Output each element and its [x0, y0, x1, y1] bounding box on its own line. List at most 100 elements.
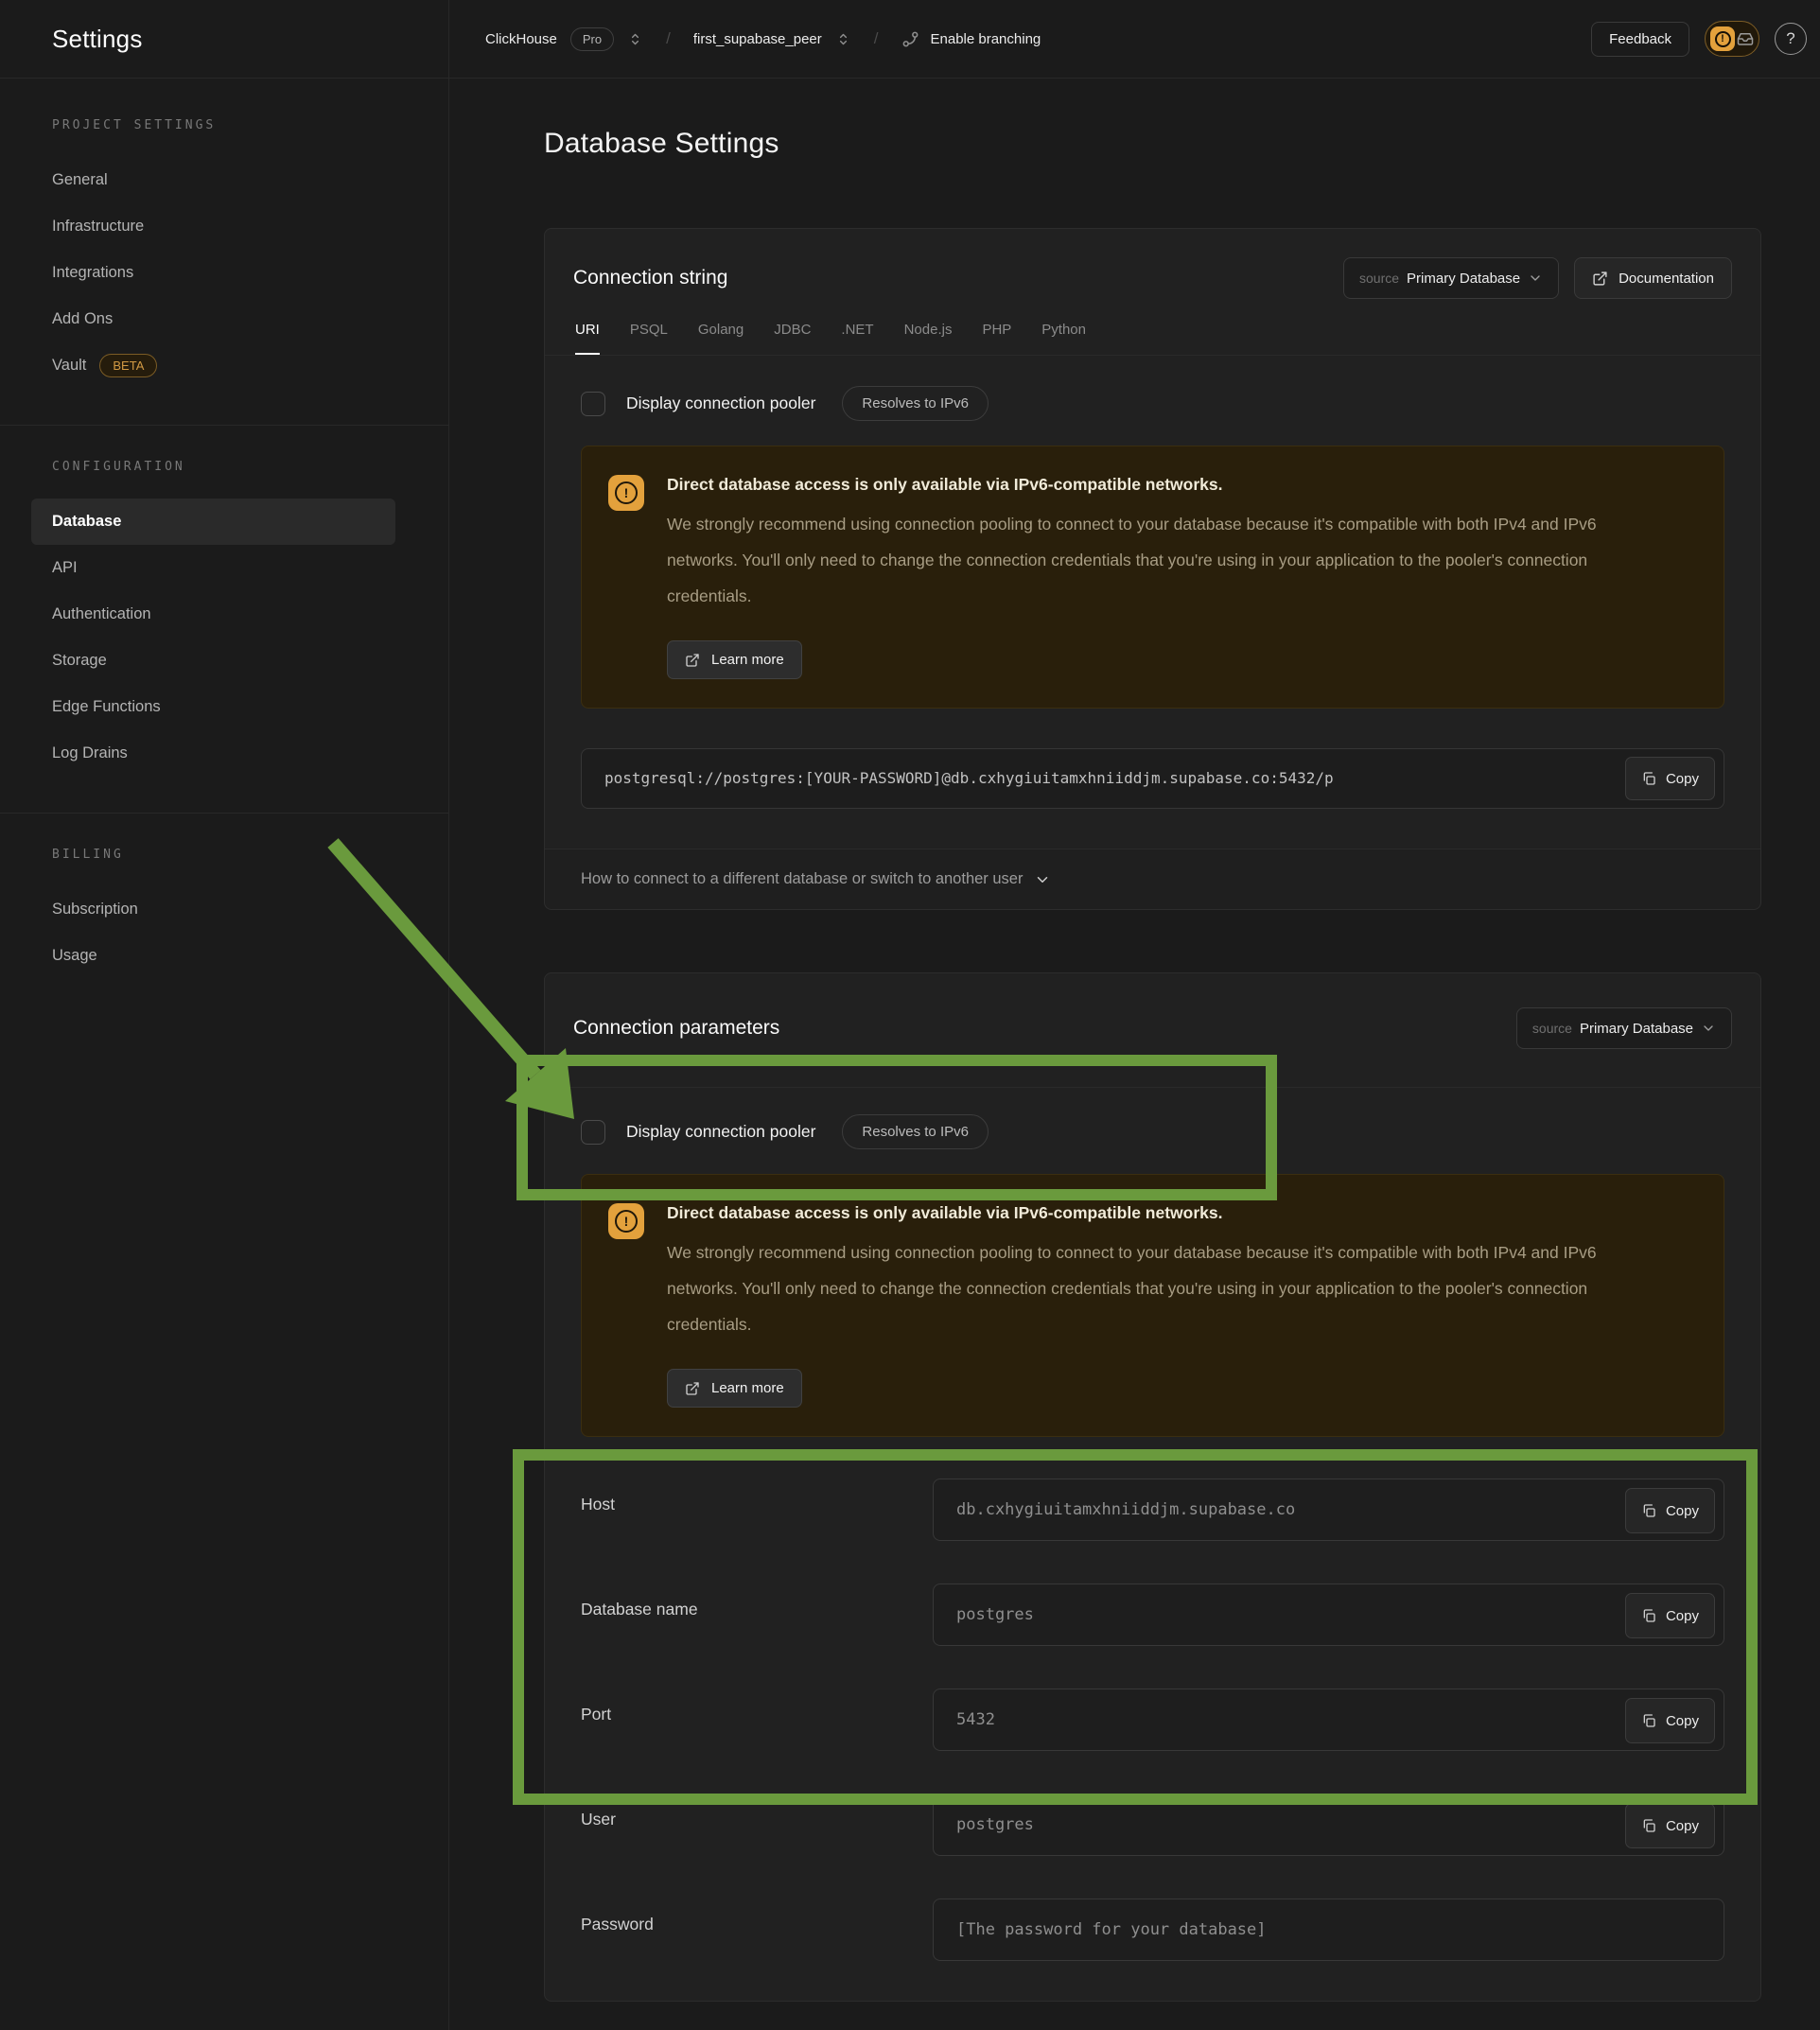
user-input[interactable]: postgres Copy [933, 1794, 1724, 1856]
enable-branching-button[interactable]: Enable branching [901, 30, 1041, 48]
tab-python[interactable]: Python [1041, 322, 1086, 355]
display-connection-pooler-checkbox[interactable] [581, 392, 605, 416]
warning-content: Direct database access is only available… [667, 1203, 1632, 1408]
tab-psql[interactable]: PSQL [630, 322, 668, 355]
breadcrumb-separator: / [874, 29, 879, 48]
copy-uri-button[interactable]: Copy [1625, 757, 1715, 800]
sidebar-item-integrations[interactable]: Integrations [0, 250, 422, 296]
copy-icon [1641, 1818, 1656, 1833]
sidebar-item-edge-functions[interactable]: Edge Functions [0, 684, 422, 730]
source-select[interactable]: source Primary Database [1516, 1007, 1732, 1049]
git-branch-icon [901, 30, 919, 48]
field-row-port: Port 5432 Copy [581, 1689, 1724, 1751]
field-label: Database name [581, 1584, 933, 1619]
warning-content: Direct database access is only available… [667, 475, 1632, 679]
top-header: Settings ClickHouse Pro / first_supabase… [0, 0, 1820, 79]
field-label: User [581, 1794, 933, 1829]
password-input[interactable]: [The password for your database] [933, 1899, 1724, 1961]
connection-parameters-card: Connection parameters source Primary Dat… [544, 972, 1761, 2002]
breadcrumb-project[interactable]: first_supabase_peer [693, 31, 822, 47]
copy-icon [1641, 1503, 1656, 1518]
external-link-icon [685, 1381, 700, 1396]
notifications-button[interactable]: ! [1705, 21, 1759, 57]
ipv6-warning: ! Direct database access is only availab… [581, 446, 1724, 709]
copy-icon [1641, 1608, 1656, 1623]
warning-body: We strongly recommend using connection p… [667, 1234, 1632, 1342]
warning-title: Direct database access is only available… [667, 1203, 1632, 1223]
resolves-ipv6-badge: Resolves to IPv6 [842, 386, 989, 421]
field-row-password: Password [The password for your database… [581, 1899, 1724, 1961]
learn-more-button[interactable]: Learn more [667, 640, 802, 679]
sidebar-heading-configuration: CONFIGURATION [0, 460, 422, 474]
tab-uri[interactable]: URI [575, 322, 600, 355]
feedback-button[interactable]: Feedback [1591, 22, 1689, 57]
org-plan-badge: Pro [570, 27, 614, 51]
header-actions: Feedback ! ? [1591, 0, 1820, 78]
pooler-label: Display connection pooler [626, 1122, 815, 1142]
app-title: Settings [52, 25, 143, 54]
sidebar-item-log-drains[interactable]: Log Drains [0, 730, 422, 777]
sidebar-item-infrastructure[interactable]: Infrastructure [0, 203, 422, 250]
learn-more-button[interactable]: Learn more [667, 1369, 802, 1408]
connection-parameters-header: Connection parameters source Primary Dat… [545, 973, 1760, 1088]
alert-icon: ! [1710, 26, 1735, 51]
chevrons-up-down-icon[interactable] [835, 31, 851, 47]
connection-string-body: Display connection pooler Resolves to IP… [545, 356, 1760, 849]
sidebar-section-billing: BILLING Subscription Usage [0, 848, 448, 1015]
chevron-down-icon [1528, 271, 1543, 286]
tab-dotnet[interactable]: .NET [841, 322, 873, 355]
tab-nodejs[interactable]: Node.js [904, 322, 953, 355]
warning-body: We strongly recommend using connection p… [667, 506, 1632, 614]
copy-port-button[interactable]: Copy [1625, 1698, 1715, 1743]
display-connection-pooler-checkbox[interactable] [581, 1120, 605, 1145]
breadcrumb-org[interactable]: ClickHouse [485, 31, 557, 47]
host-input[interactable]: db.cxhygiuitamxhniiddjm.supabase.co Copy [933, 1479, 1724, 1541]
connection-string-footer-expander[interactable]: How to connect to a different database o… [545, 849, 1760, 909]
copy-host-button[interactable]: Copy [1625, 1488, 1715, 1533]
sidebar-item-general[interactable]: General [0, 157, 422, 203]
sidebar-item-vault[interactable]: Vault BETA [0, 342, 422, 389]
resolves-ipv6-badge: Resolves to IPv6 [842, 1114, 989, 1149]
connection-uri-box: postgresql://postgres:[YOUR-PASSWORD]@db… [581, 748, 1724, 809]
field-label: Password [581, 1899, 933, 1934]
sidebar-item-database[interactable]: Database [31, 499, 395, 545]
copy-database-name-button[interactable]: Copy [1625, 1593, 1715, 1638]
external-link-icon [685, 653, 700, 668]
beta-badge: BETA [99, 354, 157, 377]
settings-sidebar: PROJECT SETTINGS General Infrastructure … [0, 79, 449, 2030]
sidebar-section-configuration: CONFIGURATION Database API Authenticatio… [0, 460, 448, 813]
header-left: Settings [0, 0, 449, 78]
copy-user-button[interactable]: Copy [1625, 1803, 1715, 1848]
sidebar-section-project-settings: PROJECT SETTINGS General Infrastructure … [0, 118, 448, 425]
external-link-icon [1592, 271, 1608, 287]
sidebar-item-usage[interactable]: Usage [0, 933, 422, 979]
sidebar-item-api[interactable]: API [0, 545, 422, 591]
inbox-icon [1737, 30, 1754, 47]
chevron-down-icon [1034, 871, 1051, 888]
tab-php[interactable]: PHP [982, 322, 1011, 355]
field-label: Port [581, 1689, 933, 1724]
enable-branching-label: Enable branching [931, 31, 1041, 47]
help-button[interactable]: ? [1775, 23, 1807, 55]
sidebar-item-add-ons[interactable]: Add Ons [0, 296, 422, 342]
source-select[interactable]: source Primary Database [1343, 257, 1559, 299]
sidebar-item-storage[interactable]: Storage [0, 638, 422, 684]
sidebar-divider [0, 813, 448, 814]
copy-icon [1641, 1713, 1656, 1728]
sidebar-heading-billing: BILLING [0, 848, 422, 862]
connection-parameters-title: Connection parameters [573, 1017, 779, 1040]
ipv6-warning: ! Direct database access is only availab… [581, 1174, 1724, 1437]
copy-icon [1641, 771, 1656, 786]
field-row-database-name: Database name postgres Copy [581, 1584, 1724, 1646]
port-input[interactable]: 5432 Copy [933, 1689, 1724, 1751]
tab-jdbc[interactable]: JDBC [774, 322, 811, 355]
chevron-down-icon [1701, 1021, 1716, 1036]
documentation-button[interactable]: Documentation [1574, 257, 1732, 299]
page-title: Database Settings [544, 128, 1761, 160]
sidebar-item-authentication[interactable]: Authentication [0, 591, 422, 638]
warning-icon: ! [608, 1203, 644, 1239]
chevrons-up-down-icon[interactable] [627, 31, 643, 47]
tab-golang[interactable]: Golang [698, 322, 744, 355]
sidebar-item-subscription[interactable]: Subscription [0, 886, 422, 933]
database-name-input[interactable]: postgres Copy [933, 1584, 1724, 1646]
